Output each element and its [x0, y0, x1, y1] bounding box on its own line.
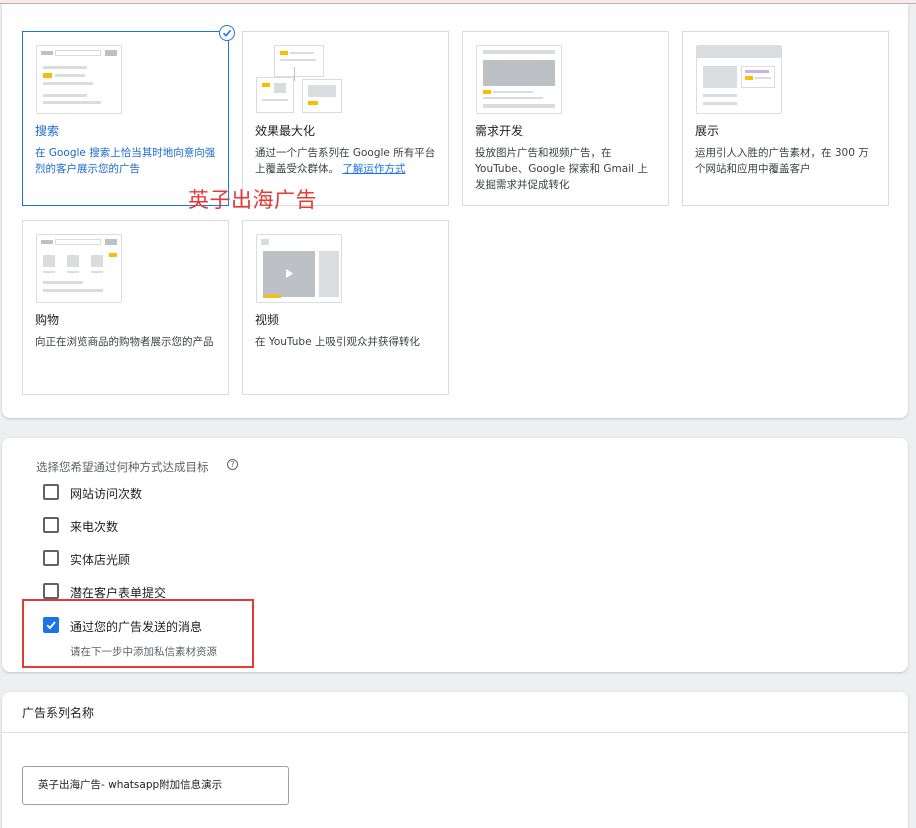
- goal-label: 来电次数: [70, 520, 119, 534]
- campaign-name-input[interactable]: 英子出海广告- whatsapp附加信息演示: [22, 766, 289, 805]
- section-title: 广告系列名称: [22, 706, 95, 720]
- video-illustration-icon: [256, 234, 342, 303]
- checkbox[interactable]: [43, 517, 59, 533]
- watermark-text: 英子出海广告: [188, 188, 317, 212]
- campaign-type-panel: 搜索 在 Google 搜索上恰当其时地向意向强烈的客户展示您的广告 效果最大化…: [2, 4, 908, 418]
- campaign-name-panel: 广告系列名称 英子出海广告- whatsapp附加信息演示: [2, 692, 908, 828]
- card-description: 运用引人入胜的广告素材，在 300 万个网站和应用中覆盖客户: [695, 147, 869, 175]
- card-description: 在 Google 搜索上恰当其时地向意向强烈的客户展示您的广告: [35, 147, 216, 175]
- checkbox[interactable]: [43, 484, 59, 500]
- card-description: 通过一个广告系列在 Google 所有平台上覆盖受众群体。 了解运作方式: [255, 147, 436, 175]
- campaign-type-card-video[interactable]: 视频 在 YouTube 上吸引观众并获得转化: [242, 220, 449, 395]
- goals-heading: 选择您希望通过何种方式达成目标: [36, 460, 209, 474]
- card-description: 投放图片广告和视频广告，在 YouTube、Google 探索和 Gmail 上…: [475, 147, 648, 191]
- checkbox[interactable]: [43, 550, 59, 566]
- search-illustration-icon: [36, 45, 122, 114]
- campaign-type-card-demand-gen[interactable]: 需求开发 投放图片广告和视频广告，在 YouTube、Google 探索和 Gm…: [462, 31, 669, 206]
- card-description: 在 YouTube 上吸引观众并获得转化: [255, 336, 420, 348]
- campaign-type-card-search[interactable]: 搜索 在 Google 搜索上恰当其时地向意向强烈的客户展示您的广告: [22, 25, 235, 206]
- checkbox[interactable]: [43, 583, 59, 599]
- help-icon[interactable]: ?: [227, 459, 238, 470]
- goals-panel: 选择您希望通过何种方式达成目标 ? 网站访问次数 来电次数 实体店光顾 潜在客户…: [2, 438, 908, 672]
- selected-check-icon: [219, 25, 235, 41]
- card-title: 购物: [35, 313, 60, 327]
- display-illustration-icon: [696, 45, 782, 114]
- demand-gen-illustration-icon: [476, 45, 562, 114]
- campaign-type-card-display[interactable]: 展示 运用引人入胜的广告素材，在 300 万个网站和应用中覆盖客户: [682, 31, 889, 206]
- performance-max-illustration-icon: [256, 45, 342, 114]
- card-description: 向正在浏览商品的购物者展示您的产品: [35, 336, 214, 348]
- goal-label: 网站访问次数: [70, 487, 143, 501]
- divider: [2, 732, 908, 733]
- shopping-illustration-icon: [36, 234, 122, 303]
- learn-how-link[interactable]: 了解运作方式: [342, 163, 405, 175]
- campaign-type-card-shopping[interactable]: 购物 向正在浏览商品的购物者展示您的产品: [22, 220, 229, 395]
- card-title: 视频: [255, 313, 280, 327]
- card-title: 搜索: [35, 124, 60, 138]
- card-title: 需求开发: [475, 124, 524, 138]
- goal-label: 实体店光顾: [70, 553, 131, 567]
- campaign-type-card-performance-max[interactable]: 效果最大化 通过一个广告系列在 Google 所有平台上覆盖受众群体。 了解运作…: [242, 31, 449, 206]
- card-title: 展示: [695, 124, 720, 138]
- annotation-highlight-box: [22, 599, 254, 668]
- card-title: 效果最大化: [255, 124, 316, 138]
